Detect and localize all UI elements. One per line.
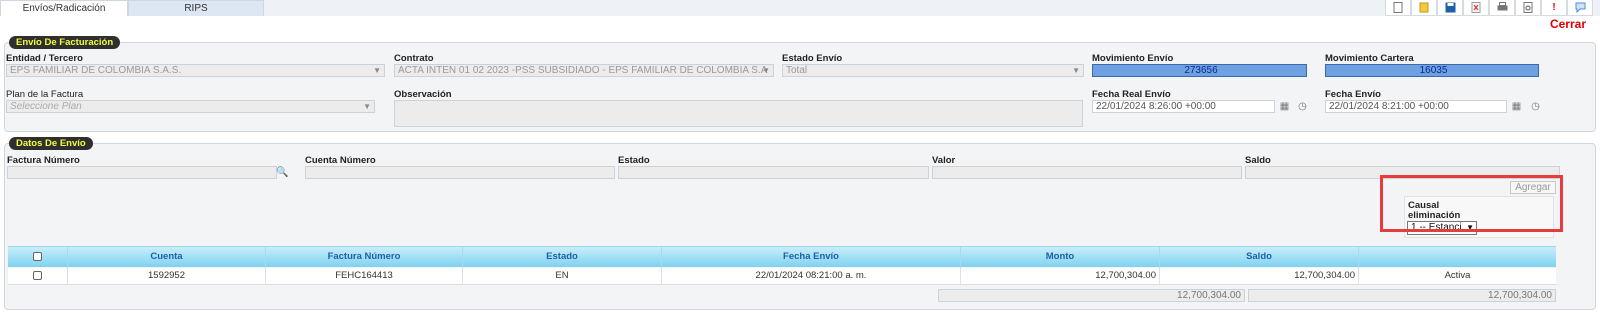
cell-monto: 12,700,304.00	[961, 268, 1160, 285]
clock-icon[interactable]: ◷	[1529, 100, 1542, 113]
help-icon[interactable]	[1567, 0, 1593, 16]
cell-cuenta: 1592952	[68, 268, 266, 285]
fecha-real-input[interactable]: 22/01/2024 8:26:00 +00:00	[1092, 100, 1275, 113]
observacion-label: Observación	[394, 89, 452, 100]
report-icon[interactable]	[1515, 0, 1541, 16]
cell-fecha-envio: 22/01/2024 08:21:00 a. m.	[662, 268, 961, 285]
observacion-textarea[interactable]	[394, 100, 1083, 127]
estado-label: Estado	[618, 155, 650, 166]
row-checkbox[interactable]	[33, 270, 42, 280]
fecha-real-label: Fecha Real Envío	[1092, 89, 1171, 100]
calendar-icon[interactable]: ▦	[1510, 100, 1523, 113]
table-row: 1592952 FEHC164413 EN 22/01/2024 08:21:0…	[8, 268, 1556, 285]
col-fecha-envio[interactable]: Fecha Envío	[662, 247, 961, 268]
chevron-down-icon: ▼	[762, 66, 770, 75]
cell-factura: FEHC164413	[266, 268, 463, 285]
mov-cartera-field: 16035	[1325, 64, 1539, 77]
select-all-checkbox[interactable]	[33, 251, 42, 261]
cell-estado: EN	[463, 268, 662, 285]
print-icon[interactable]	[1489, 0, 1515, 16]
row-select-cell	[8, 268, 68, 285]
chevron-down-icon: ▼	[1072, 66, 1080, 75]
datos-legend: Datos De Envío	[9, 137, 93, 150]
save-icon[interactable]	[1437, 0, 1463, 16]
calendar-icon[interactable]: ▦	[1278, 100, 1291, 113]
cuenta-input[interactable]	[305, 166, 615, 179]
alert-icon[interactable]: !	[1541, 0, 1567, 16]
col-factura[interactable]: Factura Número	[266, 247, 463, 268]
close-button[interactable]: Cerrar	[1550, 17, 1586, 31]
plan-placeholder: Seleccione Plan	[10, 101, 82, 112]
plan-label: Plan de la Factura	[6, 89, 84, 100]
valor-label: Valor	[932, 155, 956, 166]
tab-rips[interactable]: RIPS	[128, 0, 264, 16]
col-saldo[interactable]: Saldo	[1160, 247, 1359, 268]
factura-label: Factura Número	[7, 155, 80, 166]
toolbar: !	[1385, 0, 1593, 16]
highlight-box	[1380, 175, 1563, 232]
valor-input[interactable]	[932, 166, 1242, 179]
entidad-select[interactable]: EPS FAMILIAR DE COLOMBIA S.A.S. ▼	[6, 64, 385, 77]
fecha-envio-label: Fecha Envío	[1325, 89, 1381, 100]
new-icon[interactable]	[1385, 0, 1411, 16]
chevron-down-icon: ▼	[373, 66, 381, 75]
folder-icon[interactable]	[1411, 0, 1437, 16]
plan-select[interactable]: Seleccione Plan ▼	[6, 100, 375, 113]
col-estado[interactable]: Estado	[463, 247, 662, 268]
cell-estado-envio: Activa	[1444, 270, 1471, 281]
tab-bar: Envíos/Radicación RIPS	[0, 0, 1600, 16]
contrato-select[interactable]: ACTA INTEN 01 02 2023 -PSS SUBSIDIADO - …	[394, 64, 774, 77]
facturacion-legend: Envío De Facturación	[9, 36, 121, 49]
cell-saldo: 12,700,304.00	[1160, 268, 1359, 285]
col-cuenta[interactable]: Cuenta	[68, 247, 266, 268]
estado-envio-value: Total	[786, 65, 808, 76]
mov-envio-field: 273656	[1092, 64, 1307, 77]
total-monto: 12,700,304.00	[938, 289, 1245, 302]
mov-envio-label: Movimiento Envío	[1092, 53, 1174, 64]
estado-input[interactable]	[618, 166, 929, 179]
total-saldo: 12,700,304.00	[1248, 289, 1556, 302]
entidad-label: Entidad / Tercero	[6, 53, 83, 64]
clock-icon[interactable]: ◷	[1296, 100, 1309, 113]
estado-envio-select[interactable]: Total ▼	[782, 64, 1084, 77]
cuenta-label: Cuenta Número	[305, 155, 376, 166]
chevron-down-icon: ▼	[363, 102, 371, 111]
col-estado-envio	[1359, 247, 1556, 268]
contrato-value: ACTA INTEN 01 02 2023 -PSS SUBSIDIADO - …	[398, 65, 768, 76]
saldo-label: Saldo	[1245, 155, 1271, 166]
contrato-label: Contrato	[394, 53, 434, 64]
search-icon[interactable]: 🔍	[276, 166, 289, 179]
estado-envio-label: Estado Envío	[782, 53, 843, 64]
mov-cartera-label: Movimiento Cartera	[1325, 53, 1414, 64]
col-monto[interactable]: Monto	[961, 247, 1160, 268]
entidad-value: EPS FAMILIAR DE COLOMBIA S.A.S.	[10, 65, 182, 76]
factura-input[interactable]	[7, 166, 277, 179]
select-all-cell	[8, 247, 68, 268]
tab-envios-radicacion[interactable]: Envíos/Radicación	[0, 0, 128, 16]
delete-icon[interactable]	[1463, 0, 1489, 16]
table-header: Cuenta Factura Número Estado Fecha Envío…	[8, 246, 1556, 268]
fecha-envio-input[interactable]: 22/01/2024 8:21:00 +00:00	[1325, 100, 1507, 113]
